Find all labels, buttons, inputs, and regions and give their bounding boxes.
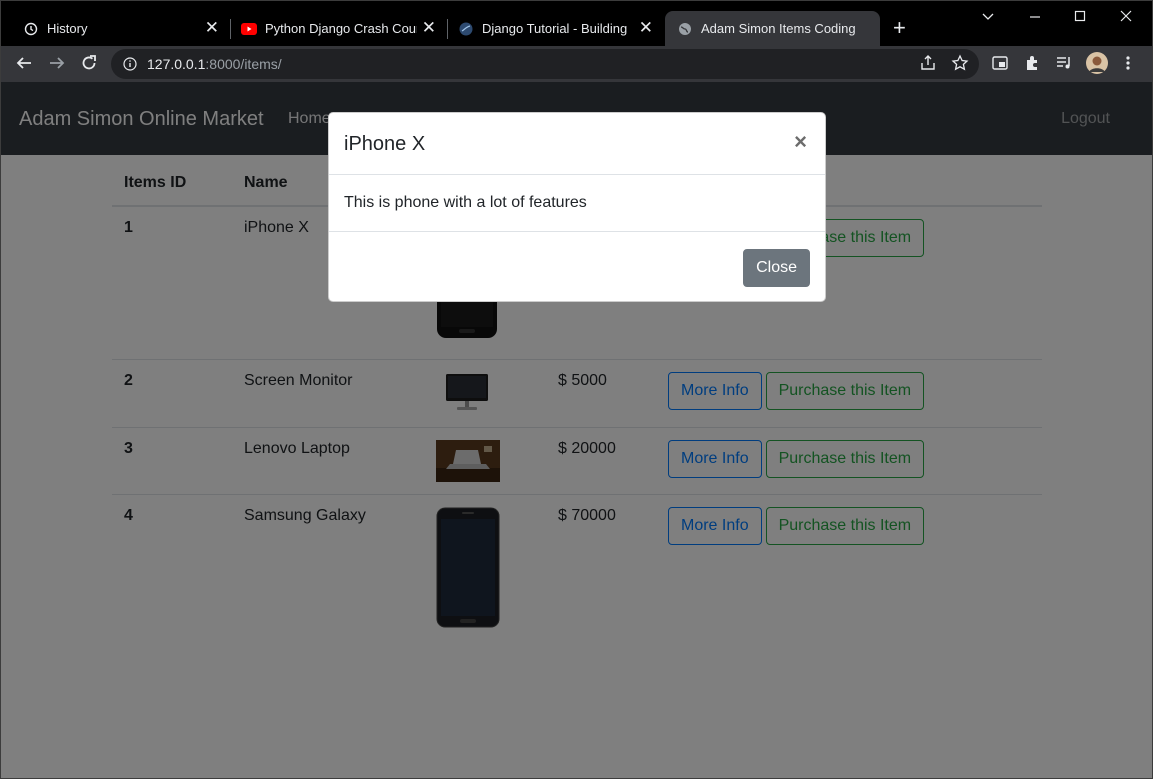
- window-close-icon[interactable]: [1120, 9, 1132, 26]
- modal-title: iPhone X: [344, 133, 426, 155]
- reload-icon[interactable]: [80, 54, 98, 77]
- modal-header: iPhone X ×: [329, 113, 825, 175]
- tab-label: Adam Simon Items Coding: [701, 21, 856, 36]
- django-icon: [458, 21, 474, 37]
- side-panel-icon[interactable]: [991, 54, 1009, 77]
- close-icon[interactable]: ✕: [422, 19, 436, 37]
- extensions-icon[interactable]: [1023, 54, 1041, 77]
- new-tab-button[interactable]: +: [893, 17, 906, 39]
- bookmark-star-icon[interactable]: [951, 54, 969, 77]
- modal-body: This is phone with a lot of features: [329, 175, 825, 232]
- url-host: 127.0.0.1: [147, 56, 206, 72]
- address-bar[interactable]: 127.0.0.1:8000/items/: [111, 49, 979, 79]
- share-icon[interactable]: [919, 54, 937, 77]
- youtube-icon: [241, 21, 257, 37]
- close-icon[interactable]: ×: [794, 131, 807, 153]
- close-icon[interactable]: ✕: [639, 19, 653, 37]
- maximize-icon[interactable]: [1074, 9, 1086, 26]
- tab-label: History: [47, 21, 88, 36]
- media-control-icon[interactable]: [1055, 54, 1073, 77]
- modal-description: This is phone with a lot of features: [344, 194, 587, 211]
- tab-adam-simon[interactable]: Adam Simon Items Coding: [665, 11, 880, 46]
- history-icon: [23, 21, 39, 37]
- back-icon[interactable]: [15, 54, 33, 77]
- tab-strip: History ✕ Python Django Crash Course ✕ D…: [1, 1, 1152, 46]
- profile-avatar[interactable]: [1086, 52, 1108, 79]
- browser-toolbar: 127.0.0.1:8000/items/: [1, 46, 1152, 82]
- forward-icon[interactable]: [48, 54, 66, 77]
- close-icon[interactable]: ✕: [205, 19, 219, 37]
- globe-icon: [677, 21, 693, 37]
- tab-label: Django Tutorial - Building a Marketplace: [482, 21, 630, 36]
- page-content: Adam Simon Online Market Home Logout Ite…: [1, 82, 1152, 778]
- url-path: :8000/items/: [205, 56, 282, 72]
- modal-footer: Close: [329, 232, 825, 301]
- item-info-modal: iPhone X × This is phone with a lot of f…: [328, 112, 826, 302]
- tab-label: Python Django Crash Course: [265, 21, 417, 36]
- modal-close-button[interactable]: Close: [743, 249, 810, 287]
- tab-django[interactable]: Django Tutorial - Building a Marketplace…: [436, 11, 663, 46]
- tab-youtube[interactable]: Python Django Crash Course ✕: [219, 11, 446, 46]
- browser-window: History ✕ Python Django Crash Course ✕ D…: [0, 0, 1153, 779]
- site-info-icon[interactable]: [123, 57, 137, 71]
- tab-history[interactable]: History ✕: [1, 11, 229, 46]
- menu-kebab-icon[interactable]: [1121, 54, 1135, 77]
- minimize-icon[interactable]: [1029, 9, 1041, 26]
- tab-search-icon[interactable]: [981, 9, 995, 26]
